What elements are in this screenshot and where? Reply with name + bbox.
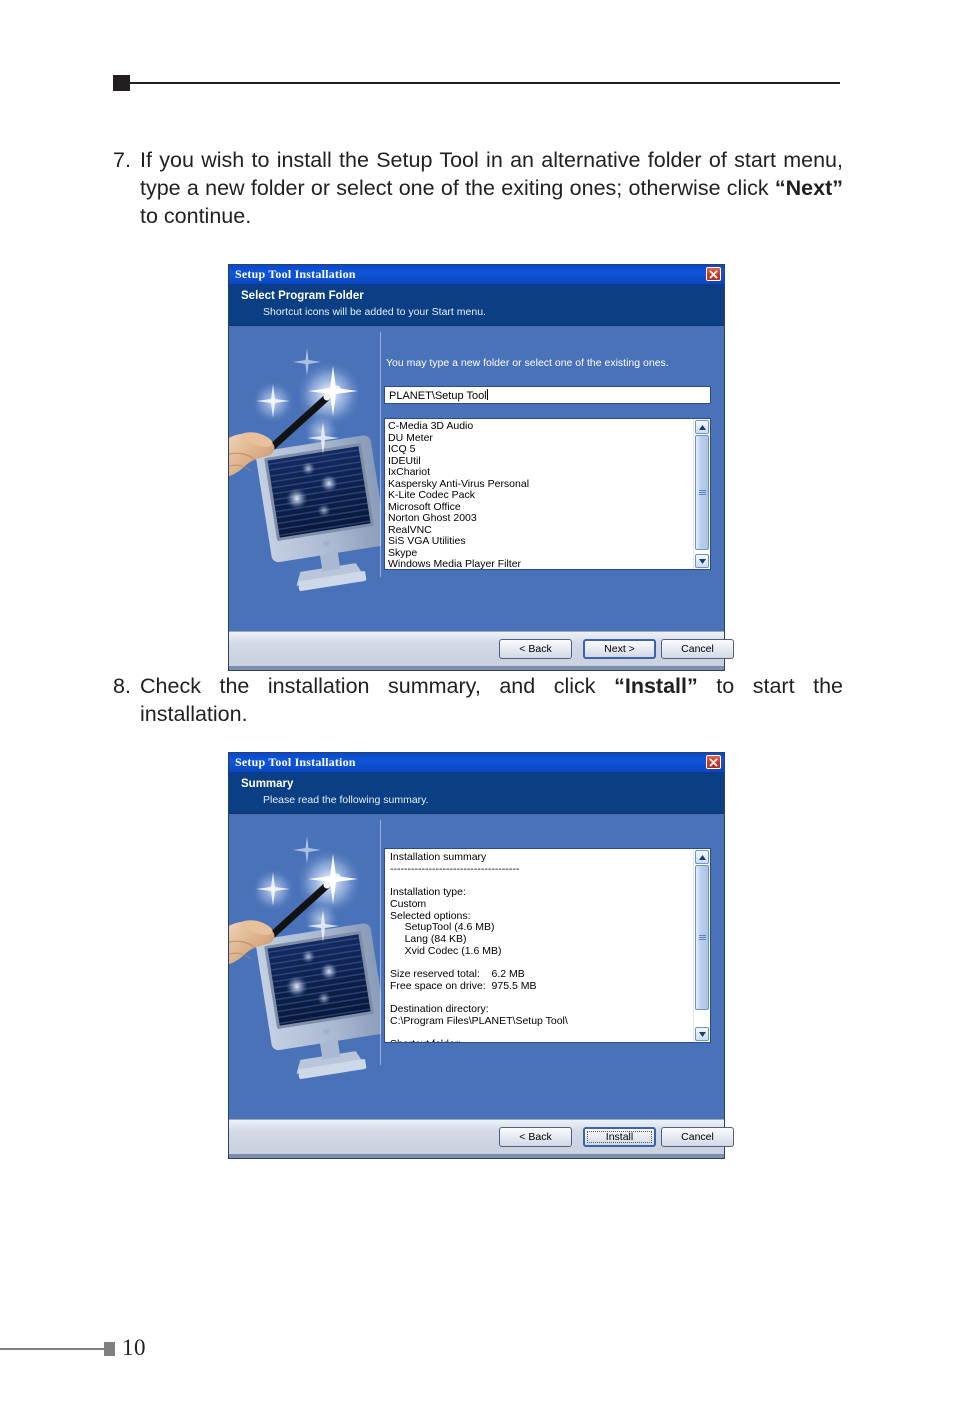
dialog1-titlebar[interactable]: Setup Tool Installation (229, 265, 724, 285)
step-8-number: 8. (113, 674, 131, 698)
button-bar-underline (229, 666, 724, 670)
dialog2-titlebar[interactable]: Setup Tool Installation (229, 753, 724, 773)
summary-line: Size reserved total: 6.2 MB (390, 968, 525, 981)
footer-marker-square (104, 1342, 115, 1356)
list-item[interactable]: Windows Media Player Filter (388, 558, 693, 569)
header-rule-line (130, 82, 840, 84)
dialog2-content: Installation summary -------------------… (381, 814, 724, 1119)
scrollbar-thumb[interactable] (695, 865, 709, 1010)
install-wizard-illustration (229, 326, 381, 631)
installation-summary-textarea[interactable]: Installation summary -------------------… (384, 848, 711, 1043)
next-button-label: Next > (604, 643, 635, 655)
list-item[interactable]: DU Meter (388, 432, 693, 445)
step-8-text-before: Check the installation summary, and clic… (140, 674, 615, 698)
list-item[interactable]: C-Media 3D Audio (388, 420, 693, 433)
close-icon[interactable] (706, 267, 721, 281)
summary-line: Free space on drive: 975.5 MB (390, 979, 537, 992)
page-header (0, 72, 954, 92)
back-button-label: < Back (519, 643, 552, 655)
dialog2-header-title: Summary (241, 778, 294, 790)
step-8-emphasis: “Install” (614, 674, 698, 698)
summary-line: Custom (390, 897, 427, 910)
close-icon[interactable] (706, 755, 721, 769)
folder-prompt-label: You may type a new folder or select one … (386, 357, 669, 369)
summary-line: Shortcut folder: (390, 1039, 693, 1042)
dialog1-header-band: Select Program Folder Shortcut icons wil… (229, 285, 724, 326)
dialog1-content: You may type a new folder or select one … (381, 326, 724, 631)
cancel-button[interactable]: Cancel (661, 1127, 734, 1147)
header-marker-square (113, 75, 130, 91)
install-wizard-illustration (229, 814, 381, 1119)
page-footer: 10 (0, 1330, 954, 1370)
dialog2-button-bar: < Back Install Cancel (229, 1119, 734, 1158)
step-8-text: Check the installation summary, and clic… (140, 672, 843, 728)
cancel-button-label: Cancel (681, 1131, 714, 1143)
dialog2-body: Installation summary -------------------… (229, 814, 724, 1119)
button-bar-underline (229, 1154, 724, 1158)
folder-list-scrollbar[interactable] (693, 419, 710, 569)
scroll-down-arrow-icon[interactable] (695, 554, 709, 568)
program-folder-input[interactable]: PLANET\Setup Tool (384, 386, 711, 404)
installation-summary-lines: Installation summary -------------------… (385, 849, 693, 1042)
summary-line: Xvid Codec (1.6 MB) (390, 944, 502, 957)
dialog1-header-title: Select Program Folder (241, 290, 364, 302)
dialog1-button-bar: < Back Next > Cancel (229, 631, 734, 670)
summary-line: C:\Program Files\PLANET\Setup Tool\ (390, 1014, 568, 1027)
page-number: 10 (122, 1335, 146, 1360)
list-item[interactable]: K-Lite Codec Pack (388, 489, 693, 502)
summary-line: Installation summary (390, 851, 487, 863)
text-caret (486, 389, 488, 400)
dialog2-header-band: Summary Please read the following summar… (229, 773, 724, 814)
summary-line: ------------------------------------- (390, 862, 520, 875)
instruction-step-8: 8. Check the installation summary, and c… (113, 672, 843, 728)
existing-folders-items[interactable]: C-Media 3D Audio DU Meter ICQ 5 IDEUtil … (385, 419, 693, 569)
focus-outline (587, 1131, 652, 1143)
list-item[interactable]: IxChariot (388, 466, 693, 479)
summary-dialog: Setup Tool Installation Summary Please r… (228, 752, 734, 1159)
program-folder-value: PLANET\Setup Tool (389, 390, 487, 402)
dialog2-header-subtitle: Please read the following summary. (263, 794, 429, 806)
step-7-text-after: to continue. (140, 204, 252, 228)
back-button[interactable]: < Back (499, 639, 572, 659)
existing-folders-list[interactable]: C-Media 3D Audio DU Meter ICQ 5 IDEUtil … (384, 418, 711, 570)
summary-line: Lang (84 KB) (390, 932, 467, 945)
list-item[interactable]: IDEUtil (388, 455, 693, 468)
footer-rule-line (0, 1348, 104, 1350)
scroll-down-arrow-icon[interactable] (695, 1027, 709, 1041)
list-item[interactable]: Norton Ghost 2003 (388, 512, 693, 525)
back-button-label: < Back (519, 1131, 552, 1143)
cancel-button[interactable]: Cancel (661, 639, 734, 659)
dialog1-title: Setup Tool Installation (235, 267, 356, 281)
scroll-up-arrow-icon[interactable] (695, 850, 709, 864)
dialog2-title: Setup Tool Installation (235, 755, 356, 769)
select-program-folder-dialog: Setup Tool Installation Select Program F… (228, 264, 734, 671)
scrollbar-grip-icon (698, 935, 706, 940)
list-item[interactable]: ICQ 5 (388, 443, 693, 456)
scrollbar-grip-icon (698, 490, 706, 495)
scroll-up-arrow-icon[interactable] (695, 420, 709, 434)
step-7-text: If you wish to install the Setup Tool in… (140, 146, 843, 230)
cancel-button-label: Cancel (681, 643, 714, 655)
dialog1-header-subtitle: Shortcut icons will be added to your Sta… (263, 306, 486, 318)
step-7-number: 7. (113, 148, 131, 172)
summary-line: Installation type: (390, 886, 466, 899)
scrollbar-thumb[interactable] (695, 435, 709, 550)
install-button[interactable]: Install (583, 1127, 656, 1147)
summary-scrollbar[interactable] (693, 849, 710, 1042)
step-7-emphasis: “Next” (774, 176, 843, 200)
step-7-text-before: If you wish to install the Setup Tool in… (140, 148, 843, 200)
list-item[interactable]: SiS VGA Utilities (388, 535, 693, 548)
back-button[interactable]: < Back (499, 1127, 572, 1147)
instruction-step-7: 7. If you wish to install the Setup Tool… (113, 146, 843, 230)
dialog1-body: You may type a new folder or select one … (229, 326, 724, 631)
next-button[interactable]: Next > (583, 639, 656, 659)
